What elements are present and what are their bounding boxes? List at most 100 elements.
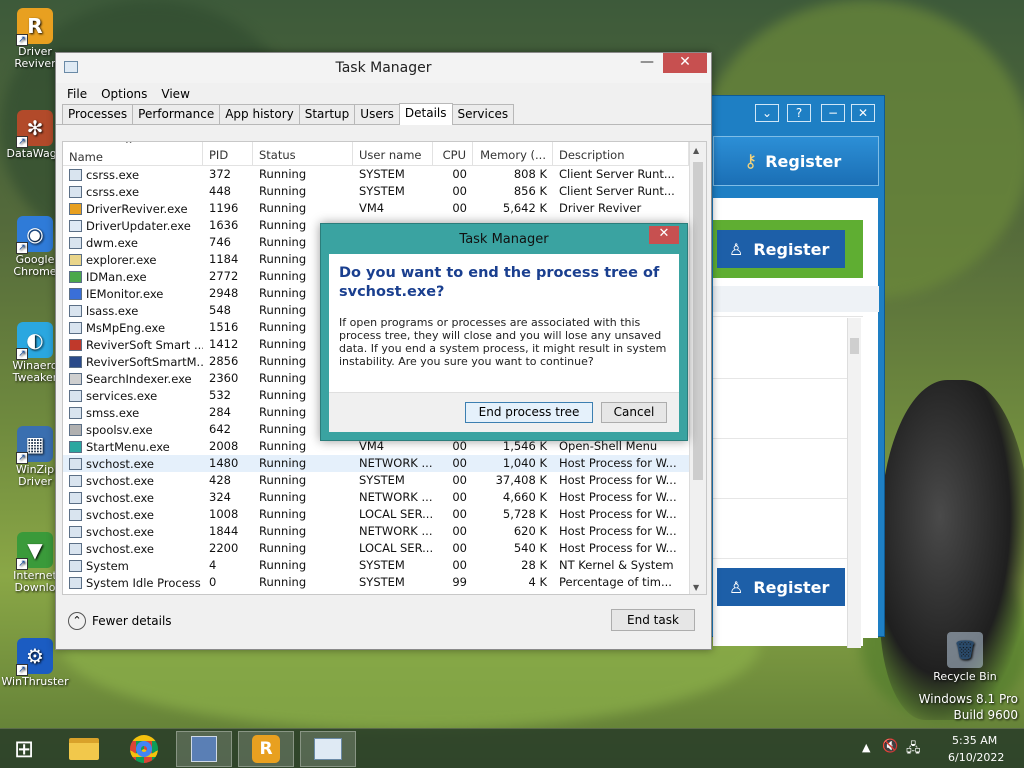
table-cell: Running	[259, 167, 307, 181]
vertical-scrollbar[interactable]: ▲ ▼	[689, 142, 706, 594]
table-row[interactable]: DriverReviver.exe 1196 Running VM4 00 5,642 K…	[63, 200, 706, 217]
tab-services[interactable]: Services	[451, 104, 515, 124]
table-cell: 37,408 K	[495, 473, 547, 487]
dialog-title-bar[interactable]: Task Manager ✕	[321, 224, 687, 254]
close-button[interactable]: ✕	[851, 104, 875, 122]
register-top-label: Register	[765, 151, 842, 171]
table-cell: Running	[259, 558, 307, 572]
network-icon[interactable]: 🖧	[906, 739, 921, 761]
table-row[interactable]: svchost.exe 1008 Running LOCAL SER... 00 5,72…	[63, 506, 706, 523]
scroll-down-icon[interactable]: ▼	[693, 583, 699, 592]
taskbar-task-manager[interactable]	[300, 731, 356, 767]
table-cell: 2008	[209, 439, 239, 453]
table-row[interactable]: svchost.exe 1480 Running NETWORK ... 00 1,040…	[63, 455, 706, 472]
process-name: explorer.exe	[86, 252, 157, 267]
table-cell: 00	[452, 541, 467, 555]
process-icon	[69, 338, 82, 351]
dialog-close-button[interactable]: ✕	[649, 226, 679, 244]
desktop-icon-label: WinThruster	[1, 675, 69, 688]
taskbar-file-explorer[interactable]	[56, 731, 112, 767]
clock-date[interactable]: 6/10/2022	[948, 751, 1004, 764]
taskbar-chrome[interactable]	[116, 731, 172, 767]
table-cell: 1008	[209, 507, 239, 521]
table-cell: NETWORK ...	[359, 490, 433, 504]
recycle-bin[interactable]: 🗑 Recycle Bin	[930, 632, 1000, 683]
table-cell: smss.exe	[63, 404, 203, 421]
table-cell: Running	[259, 473, 307, 487]
register-bottom-button[interactable]: ♙ Register	[717, 568, 845, 606]
end-process-tree-button[interactable]: End process tree	[465, 402, 593, 423]
tab-app-history[interactable]: App history	[219, 104, 300, 124]
table-cell: NT Kernel & System	[559, 558, 674, 572]
volume-muted-icon[interactable]: 🔇	[882, 739, 898, 754]
table-cell: 1412	[209, 337, 239, 351]
tab-processes[interactable]: Processes	[62, 104, 134, 124]
clock-time[interactable]: 5:35 AM	[952, 734, 997, 747]
table-row[interactable]: csrss.exe 372 Running SYSTEM 00 808 K Client S…	[63, 166, 706, 183]
table-row[interactable]: svchost.exe 324 Running NETWORK ... 00 4,660 …	[63, 489, 706, 506]
process-name: services.exe	[86, 388, 158, 403]
help-button[interactable]: ?	[787, 104, 811, 122]
tab-details[interactable]: Details	[398, 103, 453, 125]
minimize-button[interactable]: −	[821, 104, 845, 122]
register-mid-button[interactable]: ♙ Register	[717, 230, 845, 268]
driver-reviver-window[interactable]: ⌄ ? − ✕ ⚷ Register ♙ Register ♙ Register	[710, 95, 885, 648]
column-header[interactable]: CPU	[433, 142, 473, 165]
recycle-bin-label: Recycle Bin	[933, 670, 997, 683]
end-process-tree-dialog[interactable]: Task Manager ✕ Do you want to end the pr…	[320, 223, 688, 441]
close-button[interactable]: ✕	[663, 53, 707, 73]
process-name: System Idle Process	[86, 575, 201, 590]
menu-item-file[interactable]: File	[62, 85, 92, 103]
driver-reviver-icon: R	[252, 735, 280, 763]
table-cell: SYSTEM	[359, 184, 405, 198]
table-cell: 372	[209, 167, 231, 181]
register-top-button[interactable]: ⚷ Register	[713, 136, 879, 186]
cancel-button[interactable]: Cancel	[601, 402, 667, 423]
menu-item-view[interactable]: View	[156, 85, 194, 103]
table-cell: 2856	[209, 354, 239, 368]
table-cell: 2948	[209, 286, 239, 300]
scroll-thumb[interactable]	[693, 162, 703, 480]
table-cell: 5,728 K	[502, 507, 547, 521]
footer: ⌃ Fewer details End task	[56, 593, 711, 649]
scroll-up-icon[interactable]: ▲	[693, 146, 699, 155]
table-row[interactable]: svchost.exe 2200 Running LOCAL SER... 00 540 …	[63, 540, 706, 557]
table-cell: 448	[209, 184, 231, 198]
column-header[interactable]: User name	[353, 142, 433, 165]
table-row[interactable]: svchost.exe 1844 Running NETWORK ... 00 620 K…	[63, 523, 706, 540]
process-icon	[69, 491, 82, 504]
chevron-up-icon: ⌃	[68, 612, 86, 630]
table-cell: 642	[209, 422, 231, 436]
process-name: svchost.exe	[86, 490, 155, 505]
column-header[interactable]: Status	[253, 142, 353, 165]
table-row[interactable]: svchost.exe 428 Running SYSTEM 00 37,408 K Hos…	[63, 472, 706, 489]
column-header[interactable]: Name ^	[63, 142, 203, 165]
app-menu-icon[interactable]: ⌄	[755, 104, 779, 122]
table-cell: svchost.exe	[63, 506, 203, 523]
table-row[interactable]: csrss.exe 448 Running SYSTEM 00 856 K Client S…	[63, 183, 706, 200]
taskbar-winzip-driver[interactable]	[176, 731, 232, 767]
table-cell: ReviverSoft Smart ...	[63, 336, 203, 353]
table-cell: 00	[452, 558, 467, 572]
menu-item-options[interactable]: Options	[96, 85, 152, 103]
key-icon: ⚷	[744, 150, 758, 172]
show-hidden-icons-chevron[interactable]: ▲	[862, 741, 870, 754]
fewer-details-button[interactable]: ⌃ Fewer details	[68, 612, 172, 630]
table-cell: 00	[452, 524, 467, 538]
table-row[interactable]: System 4 Running SYSTEM 00 28 K NT Kernel & Sy…	[63, 557, 706, 574]
process-icon	[69, 219, 82, 232]
table-row[interactable]: System Idle Process 0 Running SYSTEM 99 4 K Pe…	[63, 574, 706, 591]
tab-performance[interactable]: Performance	[132, 104, 221, 124]
tab-users[interactable]: Users	[354, 104, 400, 124]
column-header[interactable]: PID	[203, 142, 253, 165]
taskbar-driver-reviver[interactable]: R	[238, 731, 294, 767]
table-cell: 00	[452, 507, 467, 521]
start-button[interactable]: ⊞	[0, 731, 48, 767]
tab-startup[interactable]: Startup	[298, 104, 356, 124]
column-header[interactable]: Memory (...	[473, 142, 553, 165]
process-icon	[69, 287, 82, 300]
column-header[interactable]: Description	[553, 142, 689, 165]
title-bar[interactable]: Task Manager — ✕	[56, 53, 711, 83]
minimize-button[interactable]: —	[633, 53, 661, 73]
end-task-button[interactable]: End task	[611, 609, 695, 631]
